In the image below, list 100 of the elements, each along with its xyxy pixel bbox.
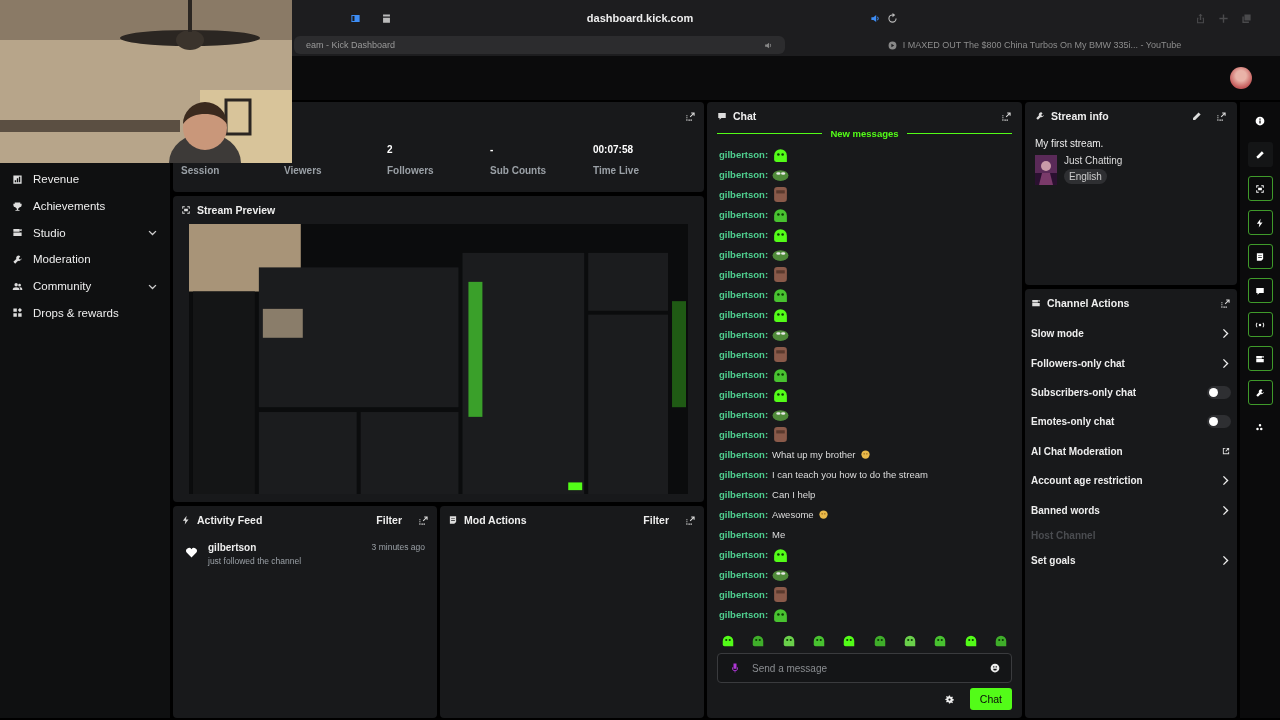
popout-icon[interactable] [418,514,429,526]
info-icon [1255,115,1265,126]
emote-icon[interactable] [781,633,796,647]
reload-icon[interactable] [887,12,898,24]
sidebar-item[interactable]: Revenue [0,166,170,193]
pencil-icon[interactable] [1191,110,1202,122]
action-label[interactable]: Banned words [1031,504,1100,516]
note-icon [1255,251,1265,262]
browser-tab[interactable]: eam - Kick Dashboard [294,36,785,54]
emote-icon[interactable] [751,633,766,647]
emote-icon[interactable] [933,633,948,647]
chat-icon [717,111,727,121]
panel-title: Activity Feed [197,514,263,526]
chat-username[interactable]: gilbertson: [719,368,769,380]
wrench-button[interactable] [1247,380,1273,405]
chat-username[interactable]: gilbertson: [719,468,769,480]
action-label[interactable]: Subscribers-only chat [1031,386,1137,398]
stat-label: Followers [387,165,435,176]
sidebar-item[interactable]: Drops & rewards [0,299,170,327]
action-label[interactable]: Emotes-only chat [1031,416,1115,428]
pencil-button[interactable] [1247,142,1273,167]
action-label[interactable]: Slow mode [1031,328,1084,340]
chat-button[interactable] [1247,278,1273,303]
chat-send-button[interactable]: Chat [969,688,1012,710]
popout-icon[interactable] [1216,110,1227,122]
chat-username[interactable]: gilbertson: [719,288,769,300]
panel-title: Stream Preview [197,204,276,216]
broadcast-button[interactable] [1247,312,1273,337]
chat-username[interactable]: gilbertson: [719,208,769,220]
note-button[interactable] [1247,244,1273,269]
chat-username[interactable]: gilbertson: [719,248,769,260]
chat-username[interactable]: gilbertson: [719,168,769,180]
capture-button[interactable] [1247,176,1273,201]
sidebar-item[interactable]: Studio [0,219,170,247]
address-bar[interactable]: dashboard.kick.com [586,12,694,24]
chevron-icon[interactable] [1220,357,1231,369]
chat-username[interactable]: gilbertson: [719,308,769,320]
sidebar-item[interactable]: Achievements [0,192,170,220]
filter-button[interactable]: Filter [641,512,671,528]
popout-icon[interactable] [685,110,696,122]
emote-icon[interactable] [812,633,826,647]
chat-username[interactable]: gilbertson: [719,488,769,500]
heart-icon [185,546,198,559]
action-label[interactable]: Set goals [1031,554,1076,566]
sidebar-item[interactable]: Community [0,272,170,300]
action-label[interactable]: Followers-only chat [1031,357,1125,369]
chat-username[interactable]: gilbertson: [719,348,769,360]
chat-username[interactable]: gilbertson: [719,328,769,340]
chevron-icon[interactable] [1220,328,1231,340]
popout-icon[interactable] [1001,110,1012,122]
note-icon [448,515,458,525]
action-label[interactable]: Account age restriction [1031,475,1143,487]
settings-icon[interactable] [944,694,954,704]
emoji-icon[interactable] [990,663,1000,673]
avatar[interactable] [1230,67,1252,89]
chat-username[interactable]: gilbertson: [719,568,769,580]
stat-value: 2 [387,144,394,155]
emote-icon[interactable] [721,633,735,647]
chat-username[interactable]: gilbertson: [719,588,769,600]
emote-icon[interactable] [963,633,978,647]
chat-username[interactable]: gilbertson: [719,428,769,440]
speaker-icon[interactable] [764,40,773,50]
popout-icon[interactable] [685,514,696,526]
sidebar-icon[interactable] [350,12,361,24]
filter-button[interactable]: Filter [374,512,404,528]
chat-username[interactable]: gilbertson: [719,228,769,240]
chat-username[interactable]: gilbertson: [719,528,769,540]
bolt-button[interactable] [1247,210,1273,235]
category-name[interactable]: Just Chatting [1064,155,1123,166]
chat-username[interactable]: gilbertson: [719,188,769,200]
tabs-icon[interactable] [381,12,392,24]
chat-username[interactable]: gilbertson: [719,608,769,620]
chat-username[interactable]: gilbertson: [719,408,769,420]
stat-label: Time Live [593,165,640,176]
chat-username[interactable]: gilbertson: [719,148,769,160]
chevron-icon[interactable] [1220,554,1231,566]
chat-username[interactable]: gilbertson: [719,388,769,400]
pencil-icon [1255,149,1265,160]
message-input[interactable]: Send a message [717,653,1012,683]
chat-username[interactable]: gilbertson: [719,508,769,520]
chat-username[interactable]: gilbertson: [719,448,769,460]
chat-username[interactable]: gilbertson: [719,548,769,560]
emote-icon[interactable] [842,633,857,647]
event-time: 3 minutes ago [371,542,425,552]
camera-button[interactable] [1247,346,1273,371]
emote-icon[interactable] [993,633,1008,647]
stat-label: Session [181,165,221,176]
microphone-icon[interactable] [729,662,741,674]
emote-icon[interactable] [902,633,917,647]
action-label[interactable]: AI Chat Moderation [1031,445,1123,457]
chevron-icon[interactable] [1220,504,1231,516]
emote-icon[interactable] [872,633,887,647]
sidebar-item[interactable]: Moderation [0,246,170,273]
toggle-switch[interactable] [1207,385,1231,399]
chevron-icon[interactable] [1220,475,1231,487]
popout-icon[interactable] [1220,297,1231,309]
wrench-icon [1035,111,1045,121]
external-link-icon[interactable] [1221,446,1231,457]
toggle-switch[interactable] [1207,415,1231,429]
chat-username[interactable]: gilbertson: [719,268,769,280]
